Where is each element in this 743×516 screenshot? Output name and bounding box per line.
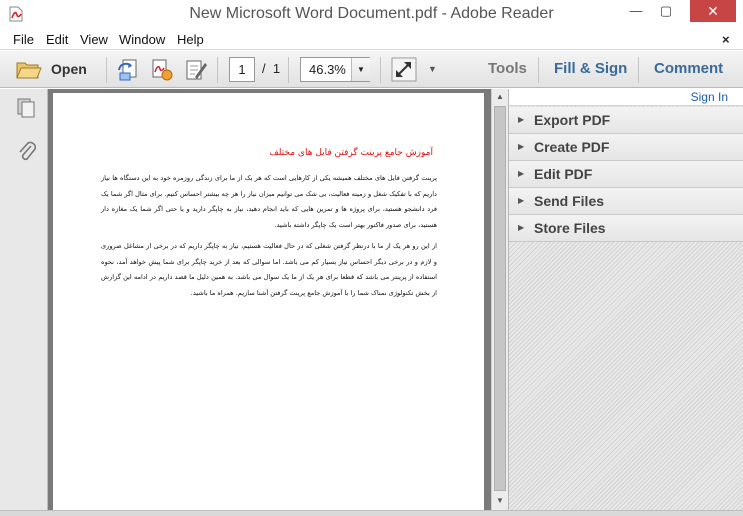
panel-edit-pdf[interactable]: ▶ Edit PDF — [509, 161, 743, 188]
document-heading: آموزش جامع پرینت گرفتن فایل های مختلف — [269, 148, 433, 158]
page-total: 1 — [272, 61, 281, 76]
zoom-value: 46.3% — [309, 62, 346, 77]
vertical-scrollbar[interactable]: ▲ ▼ — [491, 89, 508, 510]
panel-label: Create PDF — [534, 139, 610, 155]
sign-in-bar: Sign In — [509, 89, 743, 106]
panel-label: Store Files — [534, 220, 606, 236]
toolbar-divider — [380, 57, 381, 83]
toolbar-divider — [638, 57, 639, 83]
comment-button[interactable]: Comment — [654, 60, 723, 77]
scroll-up-icon[interactable]: ▲ — [492, 89, 508, 105]
navigation-pane — [0, 89, 48, 510]
fit-page-icon[interactable] — [391, 57, 417, 82]
minimize-button[interactable]: — — [621, 0, 651, 22]
panel-export-pdf[interactable]: ▶ Export PDF — [509, 107, 743, 134]
title-bar: New Microsoft Word Document.pdf - Adobe … — [0, 0, 743, 30]
toolbar-divider — [217, 57, 218, 83]
chevron-right-icon: ▶ — [518, 196, 525, 205]
panel-label: Edit PDF — [534, 166, 593, 182]
panel-label: Export PDF — [534, 112, 611, 128]
scroll-down-icon[interactable]: ▼ — [492, 493, 508, 509]
pdf-page: آموزش جامع پرینت گرفتن فایل های مختلف پر… — [53, 93, 484, 510]
panel-send-files[interactable]: ▶ Send Files — [509, 188, 743, 215]
chevron-right-icon: ▶ — [518, 223, 525, 232]
chevron-down-icon[interactable]: ▼ — [351, 58, 370, 81]
panel-create-pdf[interactable]: ▶ Create PDF — [509, 134, 743, 161]
close-document-button[interactable]: × — [722, 32, 730, 47]
page-total-label: / 1 — [262, 61, 280, 76]
status-bar — [0, 510, 743, 516]
pages-panel-icon[interactable] — [16, 97, 38, 119]
chevron-right-icon: ▶ — [518, 169, 525, 178]
tools-pane: Sign In ▶ Export PDF ▶ Create PDF ▶ Edit… — [508, 89, 743, 510]
panel-store-files[interactable]: ▶ Store Files — [509, 215, 743, 242]
menu-help[interactable]: Help — [177, 32, 204, 47]
menu-window[interactable]: Window — [119, 32, 165, 47]
paperclip-icon[interactable] — [16, 140, 38, 162]
folder-icon — [16, 62, 42, 79]
document-viewport[interactable]: آموزش جامع پرینت گرفتن فایل های مختلف پر… — [48, 89, 491, 510]
document-paragraph: پرینت گرفتن فایل های مختلف همیشه یکی از … — [101, 174, 437, 229]
menu-view[interactable]: View — [80, 32, 108, 47]
open-label: Open — [51, 61, 87, 77]
toolbar: Open 1 / 1 46.3% ▼ ▼ Tools Fill & Sign C… — [0, 51, 743, 88]
open-button[interactable]: Open — [14, 57, 94, 83]
toolbar-divider — [538, 57, 539, 83]
menu-bar: File Edit View Window Help × — [0, 30, 743, 50]
create-pdf-icon[interactable] — [117, 58, 141, 82]
menu-edit[interactable]: Edit — [46, 32, 68, 47]
page-number-input[interactable]: 1 — [229, 57, 255, 82]
chevron-right-icon: ▶ — [518, 115, 525, 124]
fill-sign-button[interactable]: Fill & Sign — [554, 60, 627, 77]
convert-pdf-icon[interactable] — [150, 58, 174, 82]
more-tools-icon[interactable]: ▼ — [428, 64, 437, 74]
page-separator: / — [262, 61, 266, 76]
sign-in-link[interactable]: Sign In — [691, 90, 728, 104]
scroll-thumb[interactable] — [494, 106, 506, 491]
zoom-select[interactable]: 46.3% ▼ — [300, 57, 370, 82]
tools-button[interactable]: Tools — [488, 60, 527, 77]
toolbar-divider — [288, 57, 289, 83]
toolbar-divider — [106, 57, 107, 83]
close-button[interactable]: ✕ — [690, 0, 736, 22]
menu-file[interactable]: File — [13, 32, 34, 47]
chevron-right-icon: ▶ — [518, 142, 525, 151]
panel-label: Send Files — [534, 193, 605, 209]
sign-icon[interactable] — [184, 58, 208, 82]
maximize-button[interactable]: ▢ — [651, 0, 681, 22]
document-paragraph: از این رو هر یک از ما با درنظر گرفتن شغل… — [101, 242, 437, 297]
